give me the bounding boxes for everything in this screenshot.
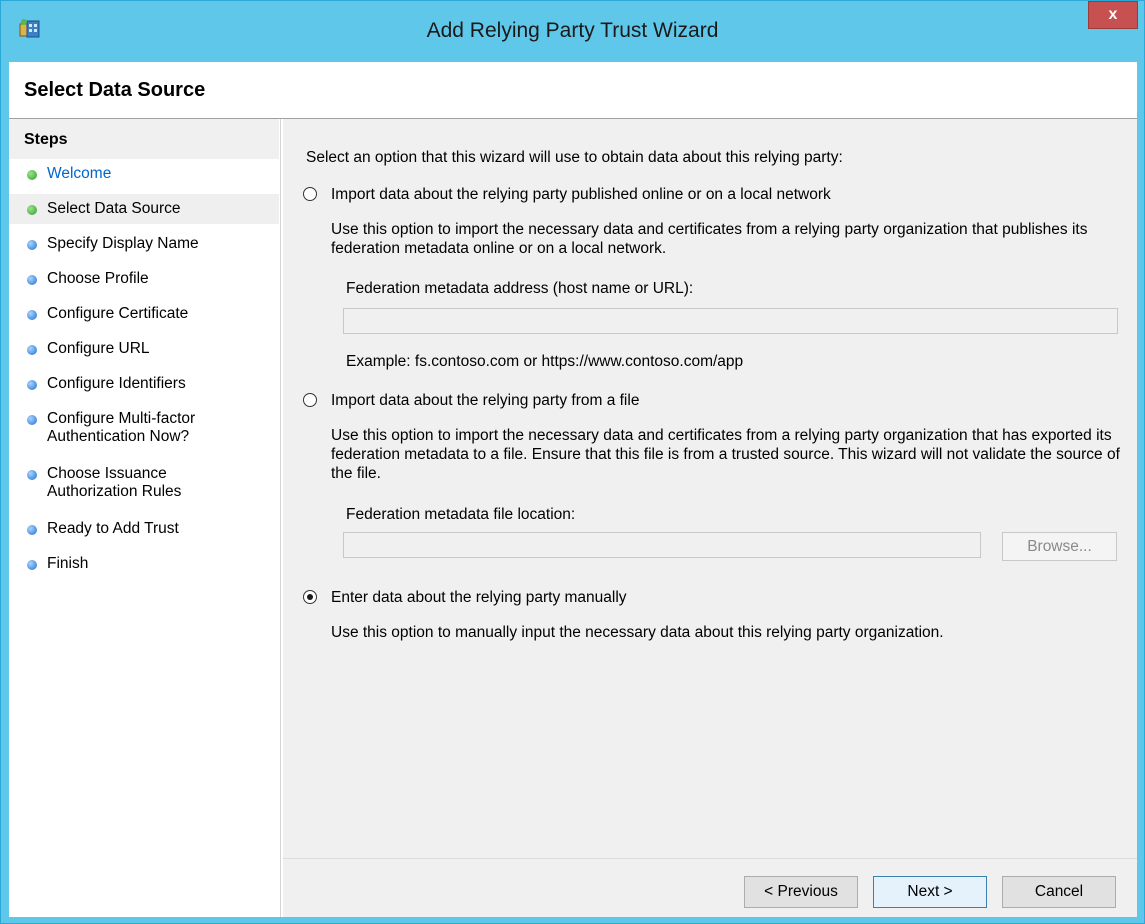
step-item: Specify Display Name	[9, 229, 279, 259]
page-title: Select Data Source	[24, 79, 206, 101]
step-pending-icon	[27, 415, 37, 425]
title-bar[interactable]: Add Relying Party Trust Wizard x	[1, 1, 1144, 62]
option-manual-label[interactable]: Enter data about the relying party manua…	[331, 588, 627, 607]
metadata-address-label: Federation metadata address (host name o…	[346, 280, 694, 297]
steps-panel: Steps Welcome Select Data Source Specify D…	[9, 119, 281, 917]
step-item: Choose Profile	[9, 264, 279, 294]
step-item: Configure Multi-factor Authentication No…	[9, 404, 279, 448]
step-pending-icon	[27, 345, 37, 355]
wizard-header: Select Data Source	[9, 62, 1137, 119]
option-import-online-label[interactable]: Import data about the relying party publ…	[331, 185, 831, 204]
close-button[interactable]: x	[1088, 1, 1138, 29]
step-pending-icon	[27, 560, 37, 570]
option-import-file-label[interactable]: Import data about the relying party from…	[331, 391, 639, 410]
step-item: Finish	[9, 549, 279, 579]
metadata-file-label: Federation metadata file location:	[346, 506, 576, 523]
step-label: Configure Certificate	[47, 305, 189, 322]
main-content: Select an option that this wizard will u…	[283, 119, 1137, 917]
step-label: Select Data Source	[47, 200, 181, 217]
step-pending-icon	[27, 380, 37, 390]
step-label: Finish	[47, 555, 89, 572]
step-pending-icon	[27, 310, 37, 320]
step-pending-icon	[27, 240, 37, 250]
step-label[interactable]: Welcome	[47, 165, 111, 183]
option-import-file-radio[interactable]	[303, 393, 317, 407]
next-button[interactable]: Next >	[873, 876, 987, 908]
option-manual-radio[interactable]	[303, 590, 317, 604]
steps-header: Steps	[9, 119, 279, 159]
step-item: Select Data Source	[9, 194, 279, 224]
steps-title: Steps	[24, 131, 68, 148]
step-pending-icon	[27, 275, 37, 285]
step-item: Configure Identifiers	[9, 369, 279, 399]
option-import-online-description: Use this option to import the necessary …	[331, 221, 1088, 257]
step-complete-icon	[27, 170, 37, 180]
intro-text: Select an option that this wizard will u…	[306, 149, 843, 166]
step-label: Configure Identifiers	[47, 375, 186, 392]
step-label: Specify Display Name	[47, 235, 199, 252]
step-item: Ready to Add Trust	[9, 514, 279, 544]
footer-divider	[283, 858, 1137, 859]
metadata-file-input[interactable]	[343, 532, 981, 558]
option-import-file-description: Use this option to import the necessary …	[331, 427, 1120, 482]
step-item: Configure Certificate	[9, 299, 279, 329]
step-pending-icon	[27, 525, 37, 535]
browse-button[interactable]: Browse...	[1002, 532, 1117, 561]
step-item[interactable]: Welcome	[9, 159, 279, 189]
step-item: Configure URL	[9, 334, 279, 364]
step-item: Choose Issuance Authorization Rules	[9, 459, 279, 503]
cancel-button[interactable]: Cancel	[1002, 876, 1116, 908]
wizard-client-area: Select Data Source Steps Welcome Select D…	[9, 62, 1137, 917]
window-title: Add Relying Party Trust Wizard	[426, 19, 719, 42]
option-import-online-radio[interactable]	[303, 187, 317, 201]
step-label: Configure URL	[47, 340, 150, 357]
option-manual-description: Use this option to manually input the ne…	[331, 624, 944, 641]
step-pending-icon	[27, 470, 37, 480]
step-label: Ready to Add Trust	[47, 520, 179, 537]
metadata-address-input[interactable]	[343, 308, 1118, 334]
metadata-address-example: Example: fs.contoso.com or https://www.c…	[346, 353, 744, 370]
step-label: Choose Issuance Authorization Rules	[47, 465, 182, 500]
step-label: Configure Multi-factor Authentication No…	[47, 410, 196, 445]
step-complete-icon	[27, 205, 37, 215]
step-label: Choose Profile	[47, 270, 149, 287]
wizard-window: Add Relying Party Trust Wizard x Select …	[0, 0, 1145, 924]
previous-button[interactable]: < Previous	[744, 876, 858, 908]
